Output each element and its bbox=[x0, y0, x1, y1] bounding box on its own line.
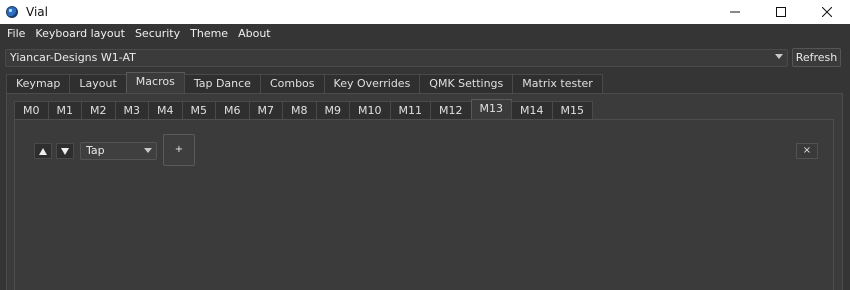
refresh-button[interactable]: Refresh bbox=[792, 48, 841, 67]
tab-combos[interactable]: Combos bbox=[259, 74, 325, 93]
macro-tab-m4[interactable]: M4 bbox=[148, 101, 183, 119]
window-title: Vial bbox=[26, 5, 48, 19]
maximize-icon bbox=[776, 7, 786, 17]
tab-tap-dance[interactable]: Tap Dance bbox=[183, 74, 261, 93]
minimize-icon bbox=[730, 11, 740, 13]
macro-tab-m12[interactable]: M12 bbox=[430, 101, 472, 119]
macro-tab-m11[interactable]: M11 bbox=[389, 101, 431, 119]
arrow-up-icon bbox=[39, 147, 47, 155]
window-titlebar: Vial bbox=[0, 0, 850, 24]
window-controls bbox=[712, 0, 850, 24]
menu-keyboard-layout[interactable]: Keyboard layout bbox=[30, 24, 130, 43]
maximize-button[interactable] bbox=[758, 0, 804, 24]
macro-tab-m8[interactable]: M8 bbox=[282, 101, 317, 119]
remove-action-button[interactable]: × bbox=[796, 143, 818, 159]
add-key-button[interactable]: + bbox=[163, 134, 195, 166]
macro-tab-m0[interactable]: M0 bbox=[14, 101, 49, 119]
main-tab-bar: Keymap Layout Macros Tap Dance Combos Ke… bbox=[6, 72, 603, 93]
keyboard-select-value: Yiancar-Designs W1-AT bbox=[10, 51, 136, 64]
macro-tab-m13[interactable]: M13 bbox=[470, 99, 512, 119]
tab-layout[interactable]: Layout bbox=[69, 74, 127, 93]
close-icon bbox=[822, 7, 832, 17]
minimize-button[interactable] bbox=[712, 0, 758, 24]
action-type-value: Tap bbox=[86, 144, 105, 157]
tab-qmk-settings[interactable]: QMK Settings bbox=[419, 74, 514, 93]
tab-macros[interactable]: Macros bbox=[125, 72, 185, 93]
macro-tab-m2[interactable]: M2 bbox=[81, 101, 116, 119]
menu-about[interactable]: About bbox=[233, 24, 276, 43]
macro-tab-m9[interactable]: M9 bbox=[315, 101, 350, 119]
tab-keymap[interactable]: Keymap bbox=[6, 74, 71, 93]
macro-editor: Tap + × bbox=[14, 119, 834, 290]
menu-theme[interactable]: Theme bbox=[185, 24, 233, 43]
tab-matrix-tester[interactable]: Matrix tester bbox=[512, 74, 603, 93]
macro-tab-m6[interactable]: M6 bbox=[215, 101, 250, 119]
macro-tab-m14[interactable]: M14 bbox=[511, 101, 553, 119]
move-up-button[interactable] bbox=[34, 143, 52, 159]
action-type-select[interactable]: Tap bbox=[80, 142, 157, 160]
keyboard-selector-row: Yiancar-Designs W1-AT Refresh bbox=[0, 46, 850, 70]
macro-tab-m1[interactable]: M1 bbox=[47, 101, 82, 119]
macro-tab-bar: M0 M1 M2 M3 M4 M5 M6 M7 M8 M9 M10 M11 M1… bbox=[14, 99, 593, 119]
close-button[interactable] bbox=[804, 0, 850, 24]
vial-logo-icon bbox=[6, 6, 18, 18]
macro-tab-m15[interactable]: M15 bbox=[551, 101, 593, 119]
arrow-down-icon bbox=[61, 147, 69, 155]
move-down-button[interactable] bbox=[56, 143, 74, 159]
menu-bar: File Keyboard layout Security Theme Abou… bbox=[0, 24, 850, 43]
tab-key-overrides[interactable]: Key Overrides bbox=[323, 74, 421, 93]
menu-security[interactable]: Security bbox=[130, 24, 185, 43]
macro-tab-m7[interactable]: M7 bbox=[248, 101, 283, 119]
menu-file[interactable]: File bbox=[2, 24, 30, 43]
macro-tab-m5[interactable]: M5 bbox=[181, 101, 216, 119]
keyboard-select[interactable]: Yiancar-Designs W1-AT bbox=[5, 49, 788, 67]
macro-tab-m10[interactable]: M10 bbox=[349, 101, 391, 119]
chevron-down-icon bbox=[775, 54, 783, 59]
macro-tab-m3[interactable]: M3 bbox=[114, 101, 149, 119]
chevron-down-icon bbox=[144, 148, 152, 153]
macros-panel: M0 M1 M2 M3 M4 M5 M6 M7 M8 M9 M10 M11 M1… bbox=[6, 93, 843, 290]
